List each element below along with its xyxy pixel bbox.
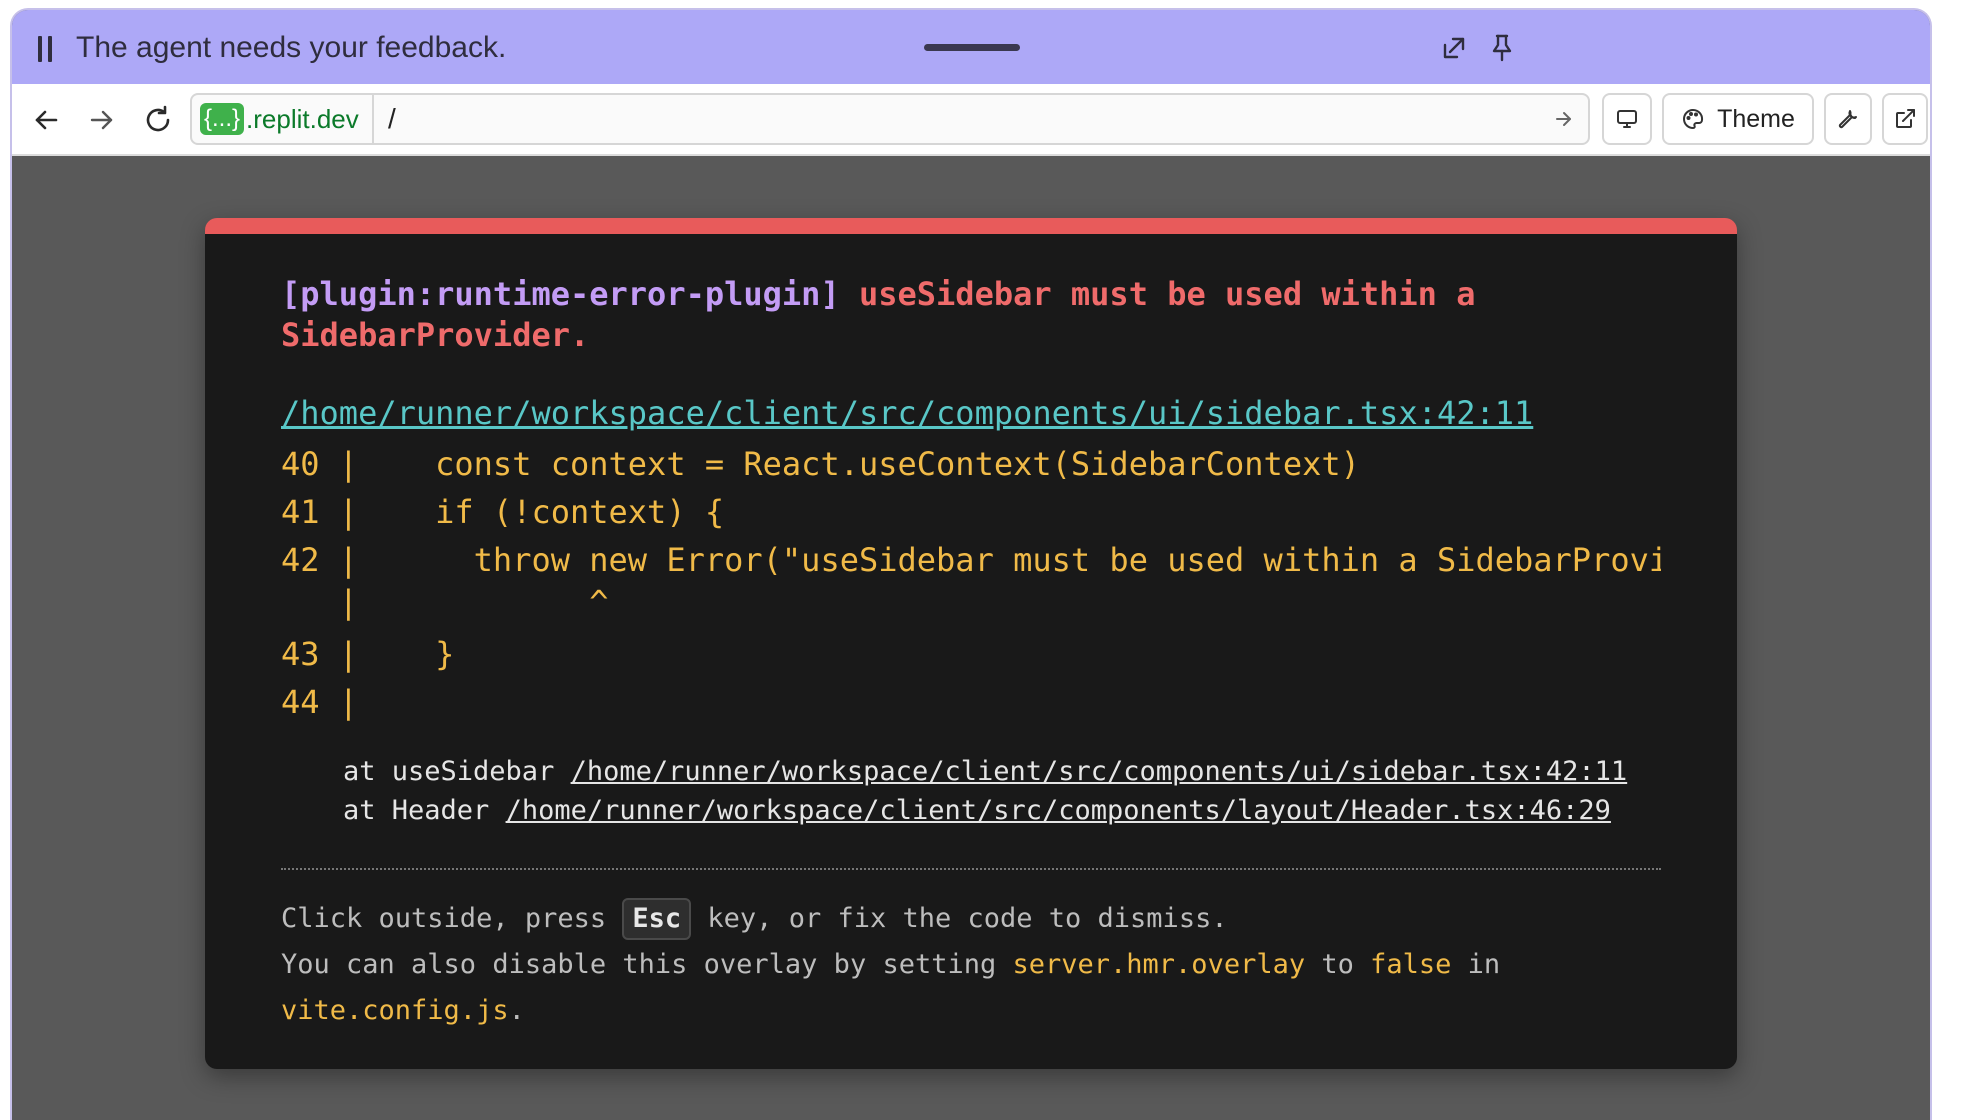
pause-icon[interactable] xyxy=(36,36,56,66)
page-edge xyxy=(1935,0,1966,1120)
setting-value: false xyxy=(1370,949,1452,980)
wrench-icon xyxy=(1838,110,1857,129)
tip-text: You can also disable this overlay by set… xyxy=(281,949,1013,980)
forward-arrow-icon[interactable] xyxy=(82,100,122,140)
domain-suffix: .replit.dev xyxy=(246,103,359,134)
error-file-link[interactable]: /home/runner/workspace/client/src/compon… xyxy=(281,394,1533,432)
code-line: 42 | throw new Error("useSidebar must be… xyxy=(281,541,1661,579)
code-line: 44 | xyxy=(281,683,359,721)
dismiss-tip: Click outside, press Esc key, or fix the… xyxy=(281,896,1500,1034)
browser-toolbar: {...} .replit.dev / Theme xyxy=(12,84,1930,156)
overlay-backdrop[interactable]: [plugin:runtime-error-plugin] useSidebar… xyxy=(12,156,1930,1120)
drag-handle[interactable] xyxy=(924,44,1020,51)
tip-line-3: vite.config.js. xyxy=(281,988,1500,1034)
palette-icon xyxy=(1683,108,1704,129)
agent-feedback-bar: The agent needs your feedback. xyxy=(12,10,1930,84)
tip-text: to xyxy=(1305,949,1371,980)
tip-line-1: Click outside, press Esc key, or fix the… xyxy=(281,896,1500,942)
preview-window: The agent needs your feedback. {...} .re… xyxy=(10,8,1932,1120)
domain-badge: {...} xyxy=(200,103,245,135)
address-bar[interactable]: {...} .replit.dev / xyxy=(190,93,1590,145)
agent-feedback-message: The agent needs your feedback. xyxy=(76,31,507,64)
tip-line-2: You can also disable this overlay by set… xyxy=(281,942,1500,988)
go-arrow-icon[interactable] xyxy=(1550,105,1578,133)
open-new-tab-button[interactable] xyxy=(1882,93,1928,145)
reload-icon[interactable] xyxy=(138,100,178,140)
url-path-input[interactable]: / xyxy=(388,103,396,135)
theme-label: Theme xyxy=(1717,104,1795,133)
expand-icon[interactable] xyxy=(1436,30,1472,66)
setting-name: server.hmr.overlay xyxy=(1012,949,1306,980)
error-overlay-panel: [plugin:runtime-error-plugin] useSidebar… xyxy=(205,218,1737,1069)
code-line: 43 | } xyxy=(281,635,455,673)
code-caret-line: | ^ xyxy=(281,583,609,621)
divider xyxy=(281,868,1661,870)
monitor-icon xyxy=(1617,110,1637,128)
stack-frame-prefix: at useSidebar xyxy=(343,756,571,787)
tip-text: in xyxy=(1451,949,1501,980)
code-line: 41 | if (!context) { xyxy=(281,493,725,531)
tip-text: Click outside, press xyxy=(281,903,623,934)
config-file-name: vite.config.js xyxy=(281,995,509,1026)
stack-frame-link[interactable]: /home/runner/workspace/client/src/compon… xyxy=(571,756,1628,787)
back-arrow-icon[interactable] xyxy=(26,100,66,140)
tip-text: key, or fix the code to dismiss. xyxy=(691,903,1228,934)
domain-segment: {...} .replit.dev xyxy=(192,95,374,143)
external-link-icon xyxy=(1896,109,1915,128)
code-line: 40 | const context = React.useContext(Si… xyxy=(281,445,1360,483)
stack-frame-link[interactable]: /home/runner/workspace/client/src/compon… xyxy=(506,795,1611,826)
plugin-tag: [plugin:runtime-error-plugin] xyxy=(281,275,840,313)
error-message: [plugin:runtime-error-plugin] useSidebar… xyxy=(281,274,1581,356)
stack-frame-prefix: at Header xyxy=(343,795,506,826)
devtools-button[interactable] xyxy=(1824,93,1872,145)
code-frame: 40 | const context = React.useContext(Si… xyxy=(281,440,1661,726)
stack-trace: at useSidebar /home/runner/workspace/cli… xyxy=(343,752,1627,830)
theme-button[interactable]: Theme xyxy=(1662,93,1814,145)
stack-frame: at Header /home/runner/workspace/client/… xyxy=(343,791,1627,830)
tip-text: . xyxy=(508,995,525,1026)
stack-frame: at useSidebar /home/runner/workspace/cli… xyxy=(343,752,1627,791)
pin-icon[interactable] xyxy=(1484,30,1520,66)
device-preview-button[interactable] xyxy=(1602,93,1652,145)
esc-key: Esc xyxy=(622,898,692,940)
